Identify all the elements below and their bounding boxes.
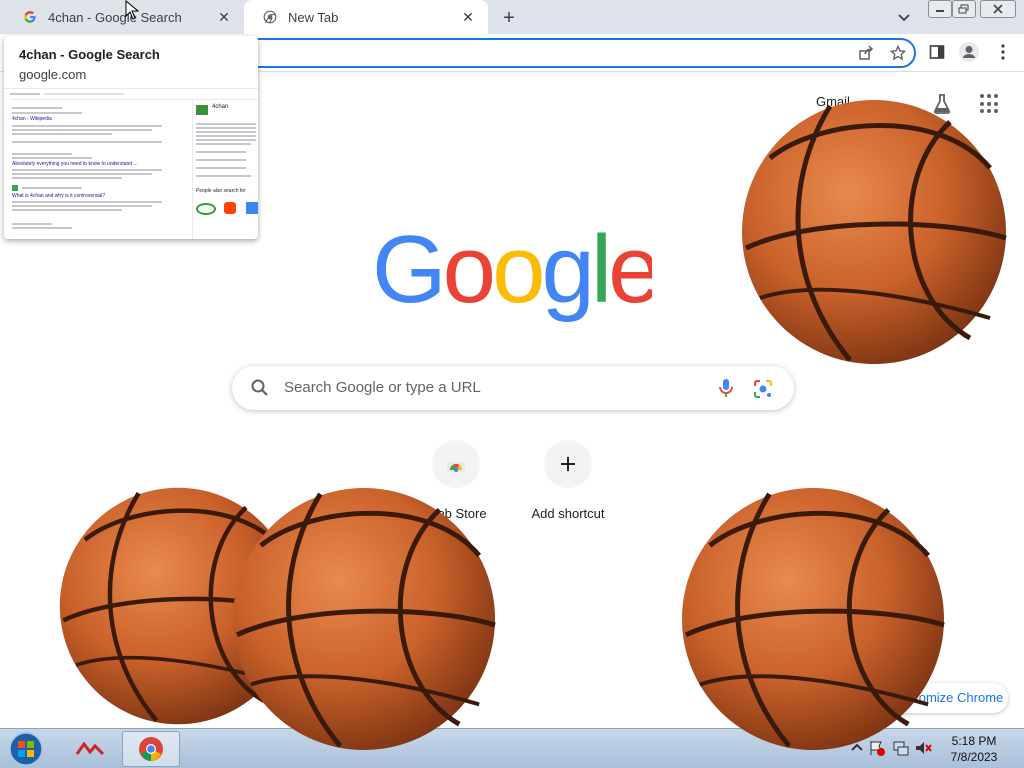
google-logo: Google <box>372 224 652 323</box>
taskbar-clock[interactable]: 5:18 PM 7/8/2023 <box>936 733 1012 765</box>
lens-camera-icon[interactable] <box>752 378 774 400</box>
tab-strip: 4chan - Google Search ✕ New Tab ✕ + <box>0 0 1024 34</box>
profile-avatar-icon[interactable] <box>958 41 980 63</box>
preview-people-also-search: People also search for <box>196 188 246 194</box>
taskbar-chrome-icon[interactable] <box>122 731 180 767</box>
basketball-image <box>740 98 1008 366</box>
chrome-icon <box>262 9 278 25</box>
google-g-icon <box>22 9 38 25</box>
preview-result-title: 4chan - Wikipedia <box>12 116 52 122</box>
taskbar-app-icon[interactable] <box>64 731 116 767</box>
shortcut-add[interactable]: Add shortcut <box>512 440 624 521</box>
svg-text:Google: Google <box>372 224 652 323</box>
new-tab-button[interactable]: + <box>497 6 521 30</box>
hover-card-title: 4chan - Google Search <box>19 47 160 62</box>
webstore-icon <box>432 440 480 488</box>
search-icon <box>251 379 268 396</box>
menu-kebab-icon[interactable] <box>992 41 1014 63</box>
tab-google-search[interactable]: 4chan - Google Search ✕ <box>4 0 244 34</box>
clock-time: 5:18 PM <box>951 734 997 748</box>
voice-search-icon[interactable] <box>716 378 736 398</box>
screen: { "browser": { "tabs": [ {"title": "4cha… <box>0 0 1024 768</box>
preview-result-title: Absolutely everything you need to know t… <box>12 161 138 167</box>
restore-button[interactable] <box>952 0 976 18</box>
bookmark-star-icon[interactable] <box>889 44 907 62</box>
tab-hover-card: 4chan - Google Search google.com 4chan -… <box>4 36 258 239</box>
plus-icon <box>544 440 592 488</box>
shortcut-label: Add shortcut <box>531 506 605 521</box>
search-placeholder: Search Google or type a URL <box>284 379 481 396</box>
chevron-down-icon[interactable] <box>894 8 914 28</box>
basketball-image <box>231 486 497 752</box>
start-button[interactable] <box>6 731 46 767</box>
ntp-search-box[interactable]: Search Google or type a URL <box>232 366 794 410</box>
share-icon[interactable] <box>857 44 875 62</box>
tab-new-tab[interactable]: New Tab ✕ <box>244 0 488 34</box>
hover-card-preview: 4chan - Wikipedia Absolutely everything … <box>4 88 258 239</box>
hover-card-domain: google.com <box>19 67 87 82</box>
clock-date: 7/8/2023 <box>950 750 998 764</box>
basketball-image <box>680 486 946 752</box>
minimize-button[interactable] <box>928 0 952 18</box>
mouse-cursor-icon <box>125 0 139 20</box>
tab-title: New Tab <box>288 9 339 25</box>
side-panel-icon[interactable] <box>926 41 948 63</box>
close-icon[interactable]: ✕ <box>458 7 478 27</box>
preview-panel-title: 4chan <box>212 104 229 110</box>
close-icon[interactable]: ✕ <box>214 7 234 27</box>
preview-result-title: What is 4chan and why is it controversia… <box>12 193 106 199</box>
close-window-button[interactable] <box>980 0 1016 18</box>
